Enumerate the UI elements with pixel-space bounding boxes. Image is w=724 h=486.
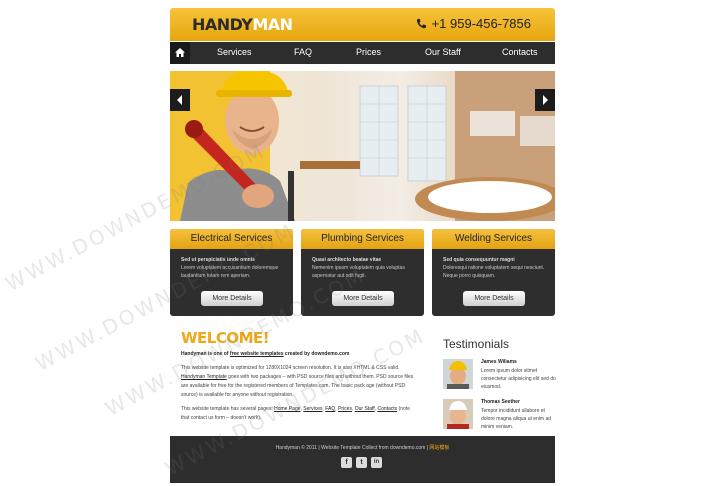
- service-title: Welding Services: [432, 229, 555, 249]
- page-link-faq[interactable]: FAQ: [325, 406, 335, 412]
- avatar: [443, 359, 473, 389]
- logo-man: MAN: [252, 15, 293, 34]
- nav-item-services[interactable]: Services: [217, 47, 252, 57]
- slider-next-button[interactable]: [535, 89, 555, 111]
- page-link-contacts[interactable]: Contacts: [377, 406, 397, 412]
- testimonials-heading: Testimonials: [443, 337, 510, 351]
- welcome-intro-post: created by downdemo.com: [283, 351, 350, 357]
- site-footer: Handyman © 2011 | Website Template Colle…: [170, 436, 555, 483]
- service-text: Nemenim ipsam voluptatem quia voluptas a…: [312, 265, 405, 279]
- welcome-p1-text-a: This website template is optimized for 1…: [181, 365, 400, 371]
- slider-prev-button[interactable]: [170, 89, 190, 111]
- hero-banner: [170, 71, 555, 221]
- handyman-template-link[interactable]: Handyman Template: [181, 374, 227, 380]
- page-link-home[interactable]: Home Page: [274, 406, 300, 412]
- service-title: Electrical Services: [170, 229, 293, 249]
- page-link-prices[interactable]: Prices: [338, 406, 352, 412]
- hero-image: [170, 71, 555, 221]
- phone-icon: [416, 18, 426, 29]
- nav-item-prices[interactable]: Prices: [356, 47, 381, 57]
- linkedin-icon[interactable]: in: [371, 457, 382, 468]
- service-subtitle: Sed ut perspiciatis unde omnis: [181, 257, 255, 263]
- welcome-intro: Handyman is one of free website template…: [181, 351, 349, 357]
- twitter-icon[interactable]: t: [356, 457, 367, 468]
- testimonial-name: James Wiliams: [481, 359, 517, 365]
- page-link-our-staff[interactable]: Our Staff: [355, 406, 375, 412]
- testimonial-text: Tempor incididunt ullabore et dolore mag…: [481, 408, 552, 430]
- more-details-button[interactable]: More Details: [332, 291, 394, 306]
- welcome-heading: WELCOME!: [181, 329, 270, 347]
- service-subtitle: Sed quia consequuntur magni: [443, 257, 515, 263]
- free-templates-link[interactable]: free website templates: [230, 351, 284, 357]
- arrow-right-icon: [543, 95, 548, 105]
- testimonial-text: Lorem ipsum dolor sitmet consectetur adi…: [481, 368, 556, 390]
- site-header: HANDYMAN +1 959-456-7856: [170, 8, 555, 41]
- worker-avatar-image: [443, 399, 473, 429]
- avatar: [443, 399, 473, 429]
- service-box-welding: Welding Services Sed quia consequuntur m…: [432, 229, 555, 316]
- nav-item-contacts[interactable]: Contacts: [502, 47, 538, 57]
- welcome-paragraph-1: This website template is optimized for 1…: [181, 364, 416, 400]
- arrow-left-icon: [177, 95, 182, 105]
- more-details-button[interactable]: More Details: [201, 291, 263, 306]
- service-text: Lorem voluptatem accusantium doloremque …: [181, 265, 279, 279]
- worker-avatar-image: [443, 359, 473, 389]
- more-details-button[interactable]: More Details: [463, 291, 525, 306]
- site-logo[interactable]: HANDYMAN: [192, 15, 293, 34]
- footer-link[interactable]: 网站模板: [429, 445, 449, 451]
- phone-text: +1 959-456-7856: [431, 16, 531, 31]
- phone-number: +1 959-456-7856: [416, 16, 531, 31]
- page-link-services[interactable]: Services: [303, 406, 322, 412]
- welcome-p2-text-a: This website template has several pages:: [181, 406, 275, 412]
- service-box-electrical: Electrical Services Sed ut perspiciatis …: [170, 229, 293, 316]
- welcome-paragraph-2: This website template has several pages:…: [181, 406, 410, 421]
- nav-home-button[interactable]: [170, 42, 190, 64]
- home-icon: [175, 48, 185, 57]
- service-box-plumbing: Plumbing Services Quasi architecto beata…: [301, 229, 424, 316]
- welcome-intro-pre: Handyman is one of: [181, 351, 230, 357]
- testimonial-name: Thomas Seether: [481, 399, 520, 405]
- service-subtitle: Quasi architecto beatae vitae: [312, 257, 382, 263]
- main-nav: Services FAQ Prices Our Staff Contacts: [170, 42, 555, 64]
- nav-item-our-staff[interactable]: Our Staff: [425, 47, 461, 57]
- footer-copyright: Handyman © 2011 | Website Template Colle…: [275, 445, 430, 451]
- footer-text: Handyman © 2011 | Website Template Colle…: [170, 444, 555, 451]
- service-title: Plumbing Services: [301, 229, 424, 249]
- logo-handy: HANDY: [192, 15, 253, 34]
- facebook-icon[interactable]: f: [341, 457, 352, 468]
- nav-item-faq[interactable]: FAQ: [294, 47, 312, 57]
- service-text: Doloresqui ratione voluptatem sequi nesc…: [443, 265, 545, 279]
